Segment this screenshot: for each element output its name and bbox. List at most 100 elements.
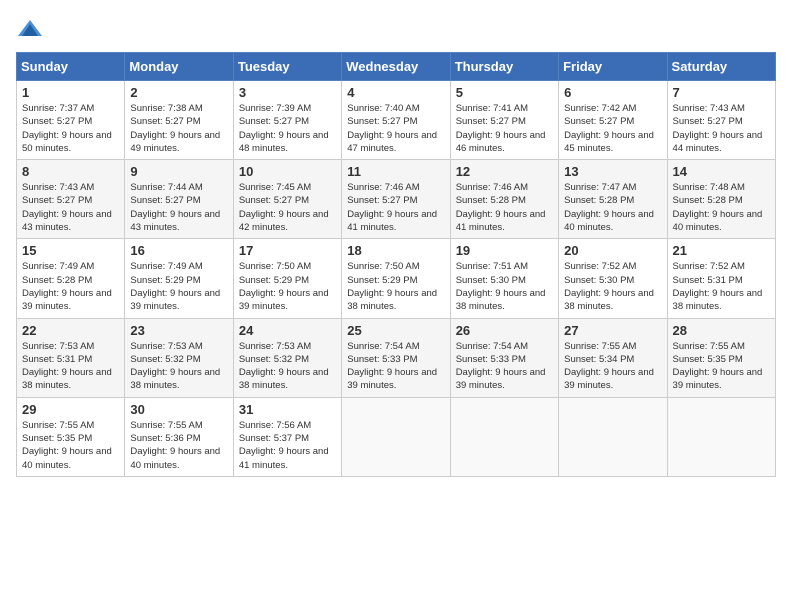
- table-row: 8 Sunrise: 7:43 AM Sunset: 5:27 PM Dayli…: [17, 160, 125, 239]
- cell-content: Sunrise: 7:54 AM Sunset: 5:33 PM Dayligh…: [456, 340, 553, 393]
- day-number: 24: [239, 323, 336, 338]
- table-row: 25 Sunrise: 7:54 AM Sunset: 5:33 PM Dayl…: [342, 318, 450, 397]
- day-number: 10: [239, 164, 336, 179]
- cell-content: Sunrise: 7:40 AM Sunset: 5:27 PM Dayligh…: [347, 102, 444, 155]
- header-sunday: Sunday: [17, 53, 125, 81]
- cell-content: Sunrise: 7:53 AM Sunset: 5:32 PM Dayligh…: [239, 340, 336, 393]
- day-number: 20: [564, 243, 661, 258]
- table-row: 16 Sunrise: 7:49 AM Sunset: 5:29 PM Dayl…: [125, 239, 233, 318]
- cell-content: Sunrise: 7:45 AM Sunset: 5:27 PM Dayligh…: [239, 181, 336, 234]
- cell-content: Sunrise: 7:41 AM Sunset: 5:27 PM Dayligh…: [456, 102, 553, 155]
- table-row: [667, 397, 775, 476]
- logo: [16, 16, 48, 44]
- day-number: 16: [130, 243, 227, 258]
- cell-content: Sunrise: 7:46 AM Sunset: 5:28 PM Dayligh…: [456, 181, 553, 234]
- table-row: 11 Sunrise: 7:46 AM Sunset: 5:27 PM Dayl…: [342, 160, 450, 239]
- cell-content: Sunrise: 7:44 AM Sunset: 5:27 PM Dayligh…: [130, 181, 227, 234]
- header-wednesday: Wednesday: [342, 53, 450, 81]
- day-number: 19: [456, 243, 553, 258]
- day-number: 22: [22, 323, 119, 338]
- day-number: 2: [130, 85, 227, 100]
- calendar-week-row: 1 Sunrise: 7:37 AM Sunset: 5:27 PM Dayli…: [17, 81, 776, 160]
- table-row: 18 Sunrise: 7:50 AM Sunset: 5:29 PM Dayl…: [342, 239, 450, 318]
- cell-content: Sunrise: 7:55 AM Sunset: 5:35 PM Dayligh…: [673, 340, 770, 393]
- day-number: 21: [673, 243, 770, 258]
- table-row: 1 Sunrise: 7:37 AM Sunset: 5:27 PM Dayli…: [17, 81, 125, 160]
- calendar-header-row: Sunday Monday Tuesday Wednesday Thursday…: [17, 53, 776, 81]
- table-row: 14 Sunrise: 7:48 AM Sunset: 5:28 PM Dayl…: [667, 160, 775, 239]
- calendar-table: Sunday Monday Tuesday Wednesday Thursday…: [16, 52, 776, 477]
- calendar-week-row: 29 Sunrise: 7:55 AM Sunset: 5:35 PM Dayl…: [17, 397, 776, 476]
- table-row: 27 Sunrise: 7:55 AM Sunset: 5:34 PM Dayl…: [559, 318, 667, 397]
- cell-content: Sunrise: 7:55 AM Sunset: 5:35 PM Dayligh…: [22, 419, 119, 472]
- header-saturday: Saturday: [667, 53, 775, 81]
- day-number: 31: [239, 402, 336, 417]
- table-row: [450, 397, 558, 476]
- day-number: 3: [239, 85, 336, 100]
- cell-content: Sunrise: 7:52 AM Sunset: 5:31 PM Dayligh…: [673, 260, 770, 313]
- table-row: 19 Sunrise: 7:51 AM Sunset: 5:30 PM Dayl…: [450, 239, 558, 318]
- cell-content: Sunrise: 7:53 AM Sunset: 5:32 PM Dayligh…: [130, 340, 227, 393]
- table-row: 2 Sunrise: 7:38 AM Sunset: 5:27 PM Dayli…: [125, 81, 233, 160]
- calendar-body: 1 Sunrise: 7:37 AM Sunset: 5:27 PM Dayli…: [17, 81, 776, 477]
- cell-content: Sunrise: 7:46 AM Sunset: 5:27 PM Dayligh…: [347, 181, 444, 234]
- table-row: 29 Sunrise: 7:55 AM Sunset: 5:35 PM Dayl…: [17, 397, 125, 476]
- cell-content: Sunrise: 7:49 AM Sunset: 5:28 PM Dayligh…: [22, 260, 119, 313]
- cell-content: Sunrise: 7:55 AM Sunset: 5:34 PM Dayligh…: [564, 340, 661, 393]
- table-row: 12 Sunrise: 7:46 AM Sunset: 5:28 PM Dayl…: [450, 160, 558, 239]
- cell-content: Sunrise: 7:49 AM Sunset: 5:29 PM Dayligh…: [130, 260, 227, 313]
- day-number: 18: [347, 243, 444, 258]
- day-number: 28: [673, 323, 770, 338]
- table-row: 26 Sunrise: 7:54 AM Sunset: 5:33 PM Dayl…: [450, 318, 558, 397]
- table-row: 20 Sunrise: 7:52 AM Sunset: 5:30 PM Dayl…: [559, 239, 667, 318]
- table-row: 3 Sunrise: 7:39 AM Sunset: 5:27 PM Dayli…: [233, 81, 341, 160]
- table-row: 10 Sunrise: 7:45 AM Sunset: 5:27 PM Dayl…: [233, 160, 341, 239]
- day-number: 12: [456, 164, 553, 179]
- table-row: 5 Sunrise: 7:41 AM Sunset: 5:27 PM Dayli…: [450, 81, 558, 160]
- table-row: 22 Sunrise: 7:53 AM Sunset: 5:31 PM Dayl…: [17, 318, 125, 397]
- cell-content: Sunrise: 7:42 AM Sunset: 5:27 PM Dayligh…: [564, 102, 661, 155]
- cell-content: Sunrise: 7:50 AM Sunset: 5:29 PM Dayligh…: [239, 260, 336, 313]
- cell-content: Sunrise: 7:47 AM Sunset: 5:28 PM Dayligh…: [564, 181, 661, 234]
- table-row: 23 Sunrise: 7:53 AM Sunset: 5:32 PM Dayl…: [125, 318, 233, 397]
- day-number: 14: [673, 164, 770, 179]
- day-number: 15: [22, 243, 119, 258]
- table-row: 15 Sunrise: 7:49 AM Sunset: 5:28 PM Dayl…: [17, 239, 125, 318]
- table-row: 30 Sunrise: 7:55 AM Sunset: 5:36 PM Dayl…: [125, 397, 233, 476]
- cell-content: Sunrise: 7:39 AM Sunset: 5:27 PM Dayligh…: [239, 102, 336, 155]
- table-row: 21 Sunrise: 7:52 AM Sunset: 5:31 PM Dayl…: [667, 239, 775, 318]
- day-number: 17: [239, 243, 336, 258]
- day-number: 6: [564, 85, 661, 100]
- calendar-week-row: 15 Sunrise: 7:49 AM Sunset: 5:28 PM Dayl…: [17, 239, 776, 318]
- day-number: 5: [456, 85, 553, 100]
- cell-content: Sunrise: 7:38 AM Sunset: 5:27 PM Dayligh…: [130, 102, 227, 155]
- day-number: 9: [130, 164, 227, 179]
- table-row: 17 Sunrise: 7:50 AM Sunset: 5:29 PM Dayl…: [233, 239, 341, 318]
- cell-content: Sunrise: 7:48 AM Sunset: 5:28 PM Dayligh…: [673, 181, 770, 234]
- day-number: 29: [22, 402, 119, 417]
- day-number: 7: [673, 85, 770, 100]
- header-friday: Friday: [559, 53, 667, 81]
- table-row: 6 Sunrise: 7:42 AM Sunset: 5:27 PM Dayli…: [559, 81, 667, 160]
- calendar-week-row: 22 Sunrise: 7:53 AM Sunset: 5:31 PM Dayl…: [17, 318, 776, 397]
- cell-content: Sunrise: 7:53 AM Sunset: 5:31 PM Dayligh…: [22, 340, 119, 393]
- table-row: 28 Sunrise: 7:55 AM Sunset: 5:35 PM Dayl…: [667, 318, 775, 397]
- cell-content: Sunrise: 7:54 AM Sunset: 5:33 PM Dayligh…: [347, 340, 444, 393]
- page-header: [16, 16, 776, 44]
- table-row: 31 Sunrise: 7:56 AM Sunset: 5:37 PM Dayl…: [233, 397, 341, 476]
- table-row: 24 Sunrise: 7:53 AM Sunset: 5:32 PM Dayl…: [233, 318, 341, 397]
- header-tuesday: Tuesday: [233, 53, 341, 81]
- cell-content: Sunrise: 7:55 AM Sunset: 5:36 PM Dayligh…: [130, 419, 227, 472]
- cell-content: Sunrise: 7:51 AM Sunset: 5:30 PM Dayligh…: [456, 260, 553, 313]
- cell-content: Sunrise: 7:37 AM Sunset: 5:27 PM Dayligh…: [22, 102, 119, 155]
- logo-icon: [16, 16, 44, 44]
- day-number: 26: [456, 323, 553, 338]
- day-number: 25: [347, 323, 444, 338]
- table-row: [342, 397, 450, 476]
- cell-content: Sunrise: 7:43 AM Sunset: 5:27 PM Dayligh…: [673, 102, 770, 155]
- cell-content: Sunrise: 7:50 AM Sunset: 5:29 PM Dayligh…: [347, 260, 444, 313]
- table-row: 4 Sunrise: 7:40 AM Sunset: 5:27 PM Dayli…: [342, 81, 450, 160]
- table-row: 13 Sunrise: 7:47 AM Sunset: 5:28 PM Dayl…: [559, 160, 667, 239]
- table-row: [559, 397, 667, 476]
- cell-content: Sunrise: 7:43 AM Sunset: 5:27 PM Dayligh…: [22, 181, 119, 234]
